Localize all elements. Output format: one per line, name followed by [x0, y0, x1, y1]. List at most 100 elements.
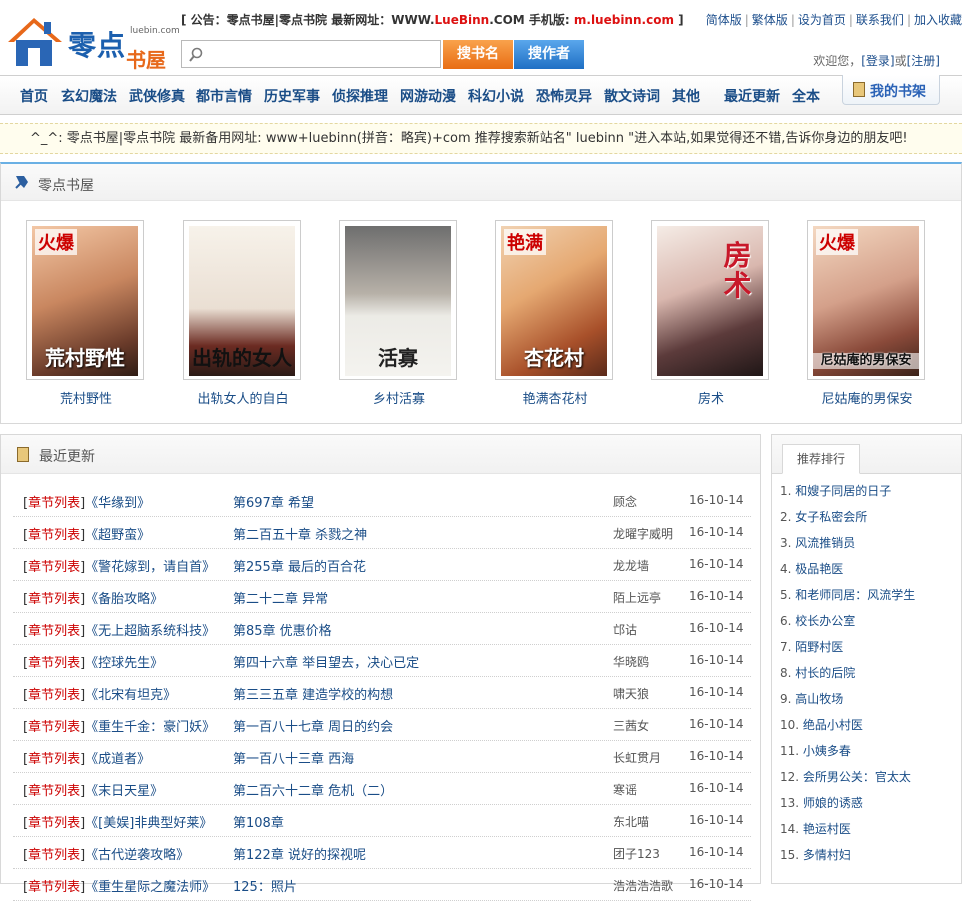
- book-cover[interactable]: 火爆 荒村野性: [26, 220, 144, 380]
- book-name-link[interactable]: 《北宋有坦克》: [85, 688, 176, 703]
- chapter-link[interactable]: 第一百八十七章 周日的约会: [233, 716, 393, 735]
- book-cover[interactable]: 房术: [651, 220, 769, 380]
- nav-latest[interactable]: 最近更新: [724, 86, 780, 106]
- book-name-link[interactable]: 《[美娱]非典型好莱》: [85, 816, 212, 831]
- search-by-author-button[interactable]: 搜作者: [514, 40, 584, 69]
- featured-book[interactable]: 出轨的女人 出轨女人的自白: [183, 220, 303, 407]
- tab-recommend-ranking[interactable]: 推荐排行: [782, 444, 860, 474]
- rank-book-link[interactable]: 村长的后院: [795, 666, 855, 680]
- chapter-link[interactable]: 第697章 希望: [233, 492, 314, 511]
- rank-book-link[interactable]: 多情村妇: [803, 848, 851, 862]
- ranking-item[interactable]: 6. 校长办公室: [780, 610, 915, 636]
- book-title[interactable]: 艳满杏花村: [495, 388, 615, 407]
- nav-fantasy[interactable]: 玄幻魔法: [61, 86, 117, 106]
- book-name-link[interactable]: 《华缘到》: [85, 496, 150, 511]
- nav-other[interactable]: 其他: [672, 86, 700, 106]
- rank-book-link[interactable]: 会所男公关：官太太: [803, 770, 911, 784]
- nav-horror[interactable]: 恐怖灵异: [536, 86, 592, 106]
- ranking-item[interactable]: 9. 高山牧场: [780, 688, 915, 714]
- nav-history[interactable]: 历史军事: [264, 86, 320, 106]
- ranking-item[interactable]: 4. 极品艳医: [780, 558, 915, 584]
- ranking-item[interactable]: 11. 小姨多春: [780, 740, 915, 766]
- book-cover[interactable]: 活寡: [339, 220, 457, 380]
- search-input[interactable]: [181, 40, 441, 68]
- link-set-homepage[interactable]: 设为首页: [798, 13, 846, 27]
- chapter-list-link[interactable]: 章节列表: [28, 848, 80, 863]
- notice-domain[interactable]: LueBinn: [435, 13, 490, 27]
- chapter-link[interactable]: 第85章 优惠价格: [233, 620, 332, 639]
- book-name-link[interactable]: 《成道者》: [85, 752, 150, 767]
- login-link[interactable]: [登录]: [861, 54, 894, 68]
- nav-scifi[interactable]: 科幻小说: [468, 86, 524, 106]
- search-by-title-button[interactable]: 搜书名: [443, 40, 513, 69]
- ranking-item[interactable]: 10. 绝品小村医: [780, 714, 915, 740]
- ranking-item[interactable]: 14. 艳运村医: [780, 818, 915, 844]
- chapter-link[interactable]: 第108章: [233, 812, 284, 831]
- book-title[interactable]: 尼姑庵的男保安: [807, 388, 927, 407]
- chapter-list-link[interactable]: 章节列表: [28, 656, 80, 671]
- rank-book-link[interactable]: 绝品小村医: [803, 718, 863, 732]
- book-name-link[interactable]: 《警花嫁到，请自首》: [85, 560, 215, 575]
- ranking-item[interactable]: 5. 和老师同居：风流学生: [780, 584, 915, 610]
- featured-book[interactable]: 房术 房术: [651, 220, 771, 407]
- chapter-list-link[interactable]: 章节列表: [28, 816, 80, 831]
- rank-book-link[interactable]: 校长办公室: [795, 614, 855, 628]
- nav-complete[interactable]: 全本: [792, 86, 820, 106]
- featured-book[interactable]: 活寡 乡村活寡: [339, 220, 459, 407]
- register-link[interactable]: [注册]: [907, 54, 940, 68]
- link-bookmark[interactable]: 加入收藏: [914, 13, 962, 27]
- book-cover[interactable]: 艳满 杏花村: [495, 220, 613, 380]
- chapter-list-link[interactable]: 章节列表: [28, 592, 80, 607]
- featured-book[interactable]: 火爆 尼姑庵的男保安 尼姑庵的男保安: [807, 220, 927, 407]
- book-name-link[interactable]: 《超野蛮》: [85, 528, 150, 543]
- chapter-link[interactable]: 第二百六十二章 危机（二）: [233, 780, 393, 799]
- my-bookshelf-button[interactable]: 我的书架: [842, 75, 940, 105]
- chapter-link[interactable]: 第二百五十章 杀戮之神: [233, 524, 367, 543]
- rank-book-link[interactable]: 和嫂子同居的日子: [795, 484, 891, 498]
- book-title[interactable]: 乡村活寡: [339, 388, 459, 407]
- ranking-item[interactable]: 1. 和嫂子同居的日子: [780, 480, 915, 506]
- book-name-link[interactable]: 《备胎攻略》: [85, 592, 163, 607]
- book-title[interactable]: 房术: [651, 388, 771, 407]
- rank-book-link[interactable]: 艳运村医: [803, 822, 851, 836]
- book-cover[interactable]: 火爆 尼姑庵的男保安: [807, 220, 925, 380]
- chapter-list-link[interactable]: 章节列表: [28, 496, 80, 511]
- link-traditional[interactable]: 繁体版: [752, 13, 788, 27]
- chapter-list-link[interactable]: 章节列表: [28, 688, 80, 703]
- chapter-list-link[interactable]: 章节列表: [28, 752, 80, 767]
- book-name-link[interactable]: 《控球先生》: [85, 656, 163, 671]
- rank-book-link[interactable]: 和老师同居：风流学生: [795, 588, 915, 602]
- chapter-link[interactable]: 第三三五章 建造学校的构想: [233, 684, 393, 703]
- book-name-link[interactable]: 《末日天星》: [85, 784, 163, 799]
- rank-book-link[interactable]: 女子私密会所: [795, 510, 867, 524]
- link-contact[interactable]: 联系我们: [856, 13, 904, 27]
- chapter-link[interactable]: 第122章 说好的探视呢: [233, 844, 366, 863]
- ranking-item[interactable]: 7. 陌野村医: [780, 636, 915, 662]
- chapter-list-link[interactable]: 章节列表: [28, 560, 80, 575]
- rank-book-link[interactable]: 陌野村医: [795, 640, 843, 654]
- ranking-item[interactable]: 13. 师娘的诱惑: [780, 792, 915, 818]
- nav-poetry[interactable]: 散文诗词: [604, 86, 660, 106]
- ranking-item[interactable]: 8. 村长的后院: [780, 662, 915, 688]
- book-cover[interactable]: 出轨的女人: [183, 220, 301, 380]
- ranking-item[interactable]: 2. 女子私密会所: [780, 506, 915, 532]
- rank-book-link[interactable]: 高山牧场: [795, 692, 843, 706]
- ranking-item[interactable]: 3. 风流推销员: [780, 532, 915, 558]
- nav-home[interactable]: 首页: [20, 86, 48, 106]
- chapter-list-link[interactable]: 章节列表: [28, 720, 80, 735]
- site-logo[interactable]: 零点 luebin.com 书屋: [4, 14, 180, 72]
- book-name-link[interactable]: 《古代逆袭攻略》: [85, 848, 189, 863]
- nav-game[interactable]: 网游动漫: [400, 86, 456, 106]
- nav-wuxia[interactable]: 武侠修真: [129, 86, 185, 106]
- ranking-item[interactable]: 15. 多情村妇: [780, 844, 915, 870]
- chapter-list-link[interactable]: 章节列表: [28, 528, 80, 543]
- featured-book[interactable]: 艳满 杏花村 艳满杏花村: [495, 220, 615, 407]
- chapter-link[interactable]: 第一百八十三章 西海: [233, 748, 354, 767]
- rank-book-link[interactable]: 极品艳医: [795, 562, 843, 576]
- book-name-link[interactable]: 《重生千金：豪门妖》: [85, 720, 215, 735]
- notice-mobile[interactable]: m.luebinn.com: [574, 13, 674, 27]
- link-simplified[interactable]: 简体版: [706, 13, 742, 27]
- book-title[interactable]: 出轨女人的自白: [183, 388, 303, 407]
- chapter-link[interactable]: 第四十六章 举目望去，决心已定: [233, 652, 419, 671]
- chapter-list-link[interactable]: 章节列表: [28, 624, 80, 639]
